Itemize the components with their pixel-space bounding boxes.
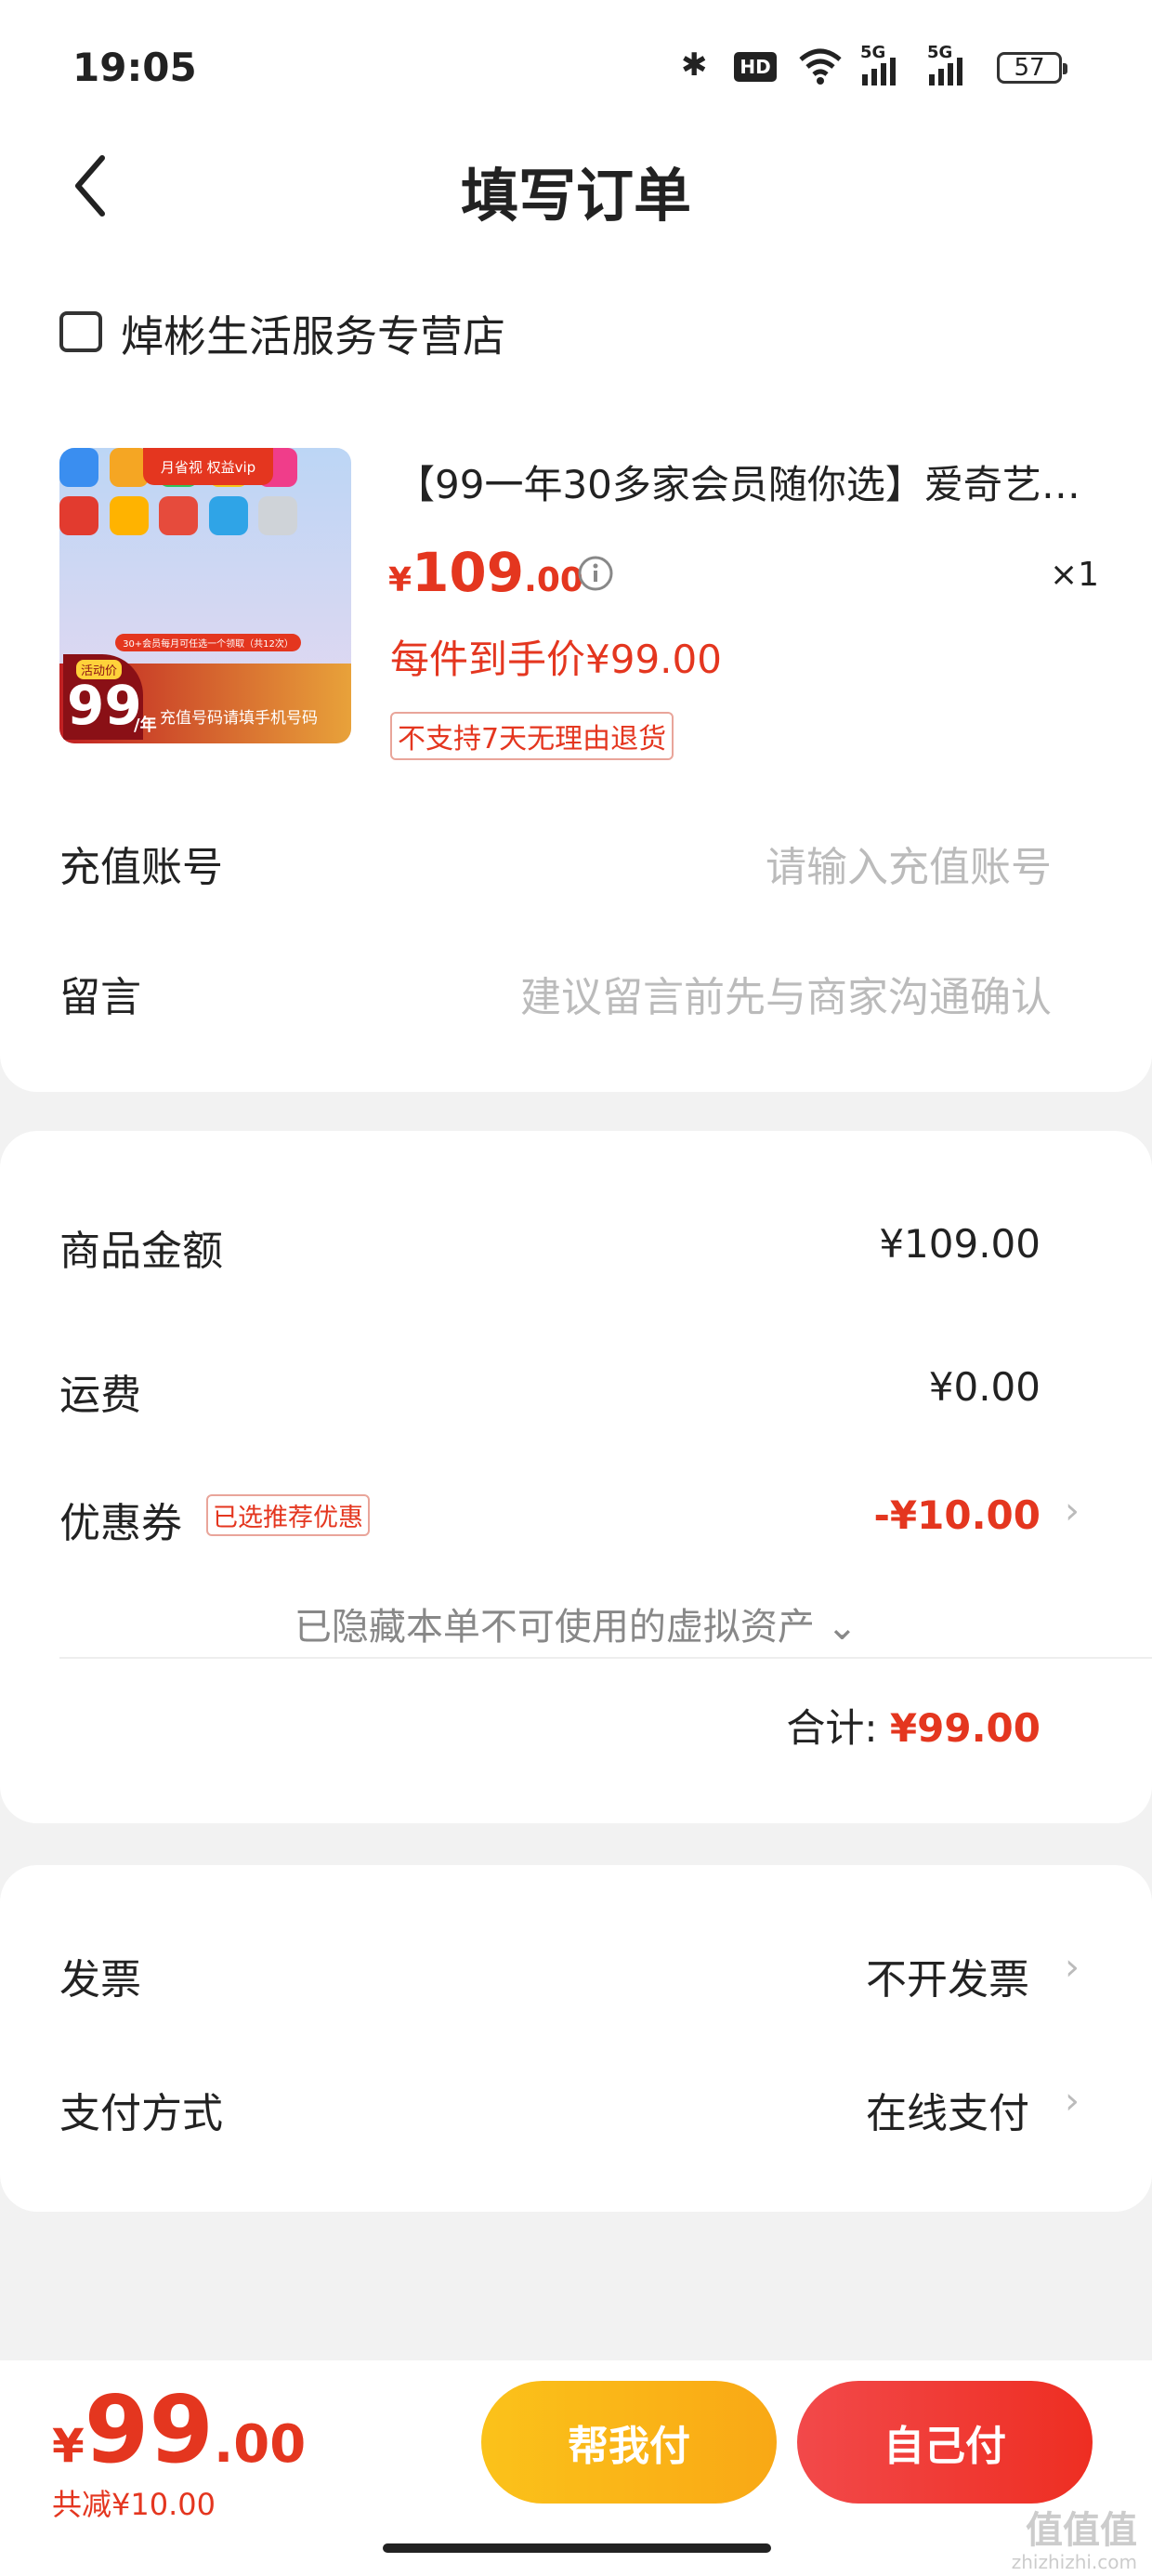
shipping-label: 运费: [59, 1372, 141, 1419]
app-icon: [59, 448, 98, 487]
thumb-note: 30+会员每月可任选一个领取（共12次）: [115, 634, 301, 651]
thumb-footer-text: 充值号码请填手机号码: [160, 709, 318, 728]
signal-icon-2: [929, 58, 962, 85]
coupon-value[interactable]: -¥10.00: [873, 1492, 1041, 1538]
product-price: ¥109.00: [388, 541, 583, 604]
app-icon: [258, 496, 298, 535]
watermark-logo: 值值值: [1026, 2509, 1137, 2552]
hd-icon: HD: [734, 52, 777, 82]
bluetooth-icon: ✱: [681, 46, 708, 84]
goods-amount-label: 商品金额: [59, 1228, 223, 1275]
coupon-chevron-icon[interactable]: ›: [1065, 1490, 1080, 1532]
page-title: 填写订单: [460, 162, 691, 230]
app-icon: [109, 496, 149, 535]
footer-symbol: ¥: [52, 2419, 85, 2473]
app-icon: [208, 496, 248, 535]
coupon-recommended-tag: 已选推荐优惠: [206, 1494, 370, 1536]
message-input[interactable]: 建议留言前先与商家沟通确认: [520, 964, 1052, 1023]
status-time: 19:05: [72, 45, 197, 90]
return-policy-tag: 不支持7天无理由退货: [390, 712, 674, 760]
unit-final-price: 每件到手价¥99.00: [390, 637, 722, 682]
footer-saved-amount: 共减¥10.00: [52, 2487, 216, 2522]
invoice-chevron-icon[interactable]: ›: [1065, 1946, 1080, 1989]
shop-name[interactable]: 焯彬生活服务专营店: [121, 303, 505, 364]
hidden-assets-text: 已隐藏本单不可使用的虚拟资产: [294, 1606, 815, 1649]
thumb-banner: 月省视 权益vip: [143, 448, 273, 485]
thumb-big-price: 99: [67, 674, 142, 737]
summary-divider: [59, 1657, 1152, 1659]
footer-amount-dec: .00: [213, 2414, 307, 2475]
app-icon: [59, 496, 98, 535]
payment-method-value[interactable]: 在线支付: [866, 2080, 1029, 2139]
product-thumbnail[interactable]: 月省视 权益vip 30+会员每月可任选一个领取（共12次） 活动价 99 /年…: [59, 448, 351, 743]
wifi-icon: [799, 48, 842, 85]
payment-method-label: 支付方式: [59, 2090, 223, 2137]
total-value: ¥99.00: [889, 1705, 1041, 1751]
message-label: 留言: [59, 974, 141, 1021]
goods-amount-value: ¥109.00: [879, 1221, 1041, 1267]
self-pay-button[interactable]: 自己付: [797, 2381, 1093, 2504]
payment-chevron-icon[interactable]: ›: [1065, 2080, 1080, 2123]
price-decimal: .00: [524, 561, 583, 599]
shop-icon: [59, 311, 102, 352]
footer-amount-int: 99: [84, 2375, 214, 2484]
invoice-label: 发票: [59, 1956, 141, 2004]
price-integer: 109: [412, 541, 525, 604]
price-symbol: ¥: [388, 561, 412, 599]
home-indicator[interactable]: [383, 2543, 771, 2553]
thumb-unit: /年: [134, 716, 157, 735]
account-label: 充值账号: [59, 844, 223, 891]
signal-icon: [862, 58, 896, 85]
battery-icon: 57: [997, 52, 1067, 84]
total-row: 合计: ¥99.00: [786, 1697, 1041, 1754]
help-pay-button[interactable]: 帮我付: [481, 2381, 777, 2504]
shipping-value: ¥0.00: [928, 1364, 1041, 1410]
account-input[interactable]: 请输入充值账号: [766, 834, 1052, 893]
product-quantity: ×1: [1050, 556, 1100, 594]
chevron-down-icon: ⌄: [814, 1606, 858, 1649]
app-icon: [159, 496, 199, 535]
invoice-value[interactable]: 不开发票: [866, 1946, 1029, 2005]
total-label: 合计:: [786, 1705, 878, 1751]
info-icon[interactable]: [577, 555, 614, 592]
invoice-payment-card: [0, 1865, 1152, 2212]
hidden-assets-toggle[interactable]: 已隐藏本单不可使用的虚拟资产 ⌄: [0, 1597, 1152, 1650]
coupon-label: 优惠券: [59, 1500, 182, 1547]
footer-total: ¥99.00: [52, 2375, 306, 2484]
product-title[interactable]: 【99一年30多家会员随你选】爱奇艺视频会员: [396, 453, 1083, 510]
watermark-url: zhizhizhi.com: [1011, 2551, 1137, 2573]
